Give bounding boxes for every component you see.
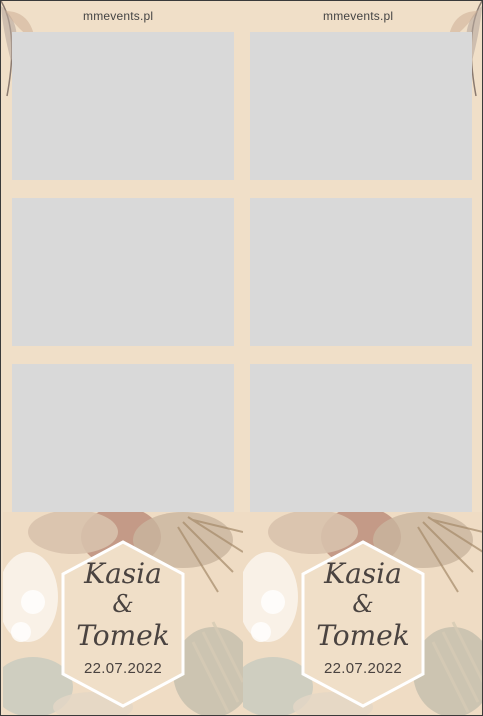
event-date-label: 22.07.2022 xyxy=(323,660,403,677)
photo-slot-4 xyxy=(250,198,472,346)
photo-slot-5 xyxy=(12,364,234,512)
site-url-left: mmevents.pl xyxy=(83,9,154,23)
floral-badge-left: Kasia & Tomek 22.07.2022 xyxy=(3,512,243,715)
event-date-label: 22.07.2022 xyxy=(83,660,163,677)
ampersand-label: & xyxy=(352,590,374,618)
photo-slot-6 xyxy=(250,364,472,512)
site-url-right: mmevents.pl xyxy=(323,9,394,23)
photo-slot-2 xyxy=(250,32,472,180)
name-2-label: Tomek xyxy=(316,619,410,652)
name-1-label: Kasia xyxy=(84,557,162,590)
floral-badge-right: Kasia & Tomek 22.07.2022 xyxy=(243,512,482,715)
photo-strip-template: mmevents.pl mmevents.pl Kasia & Tomek 22… xyxy=(0,0,483,716)
name-2-label: Tomek xyxy=(76,619,170,652)
name-1-label: Kasia xyxy=(324,557,402,590)
ampersand-label: & xyxy=(112,590,134,618)
photo-slot-3 xyxy=(12,198,234,346)
photo-slot-1 xyxy=(12,32,234,180)
